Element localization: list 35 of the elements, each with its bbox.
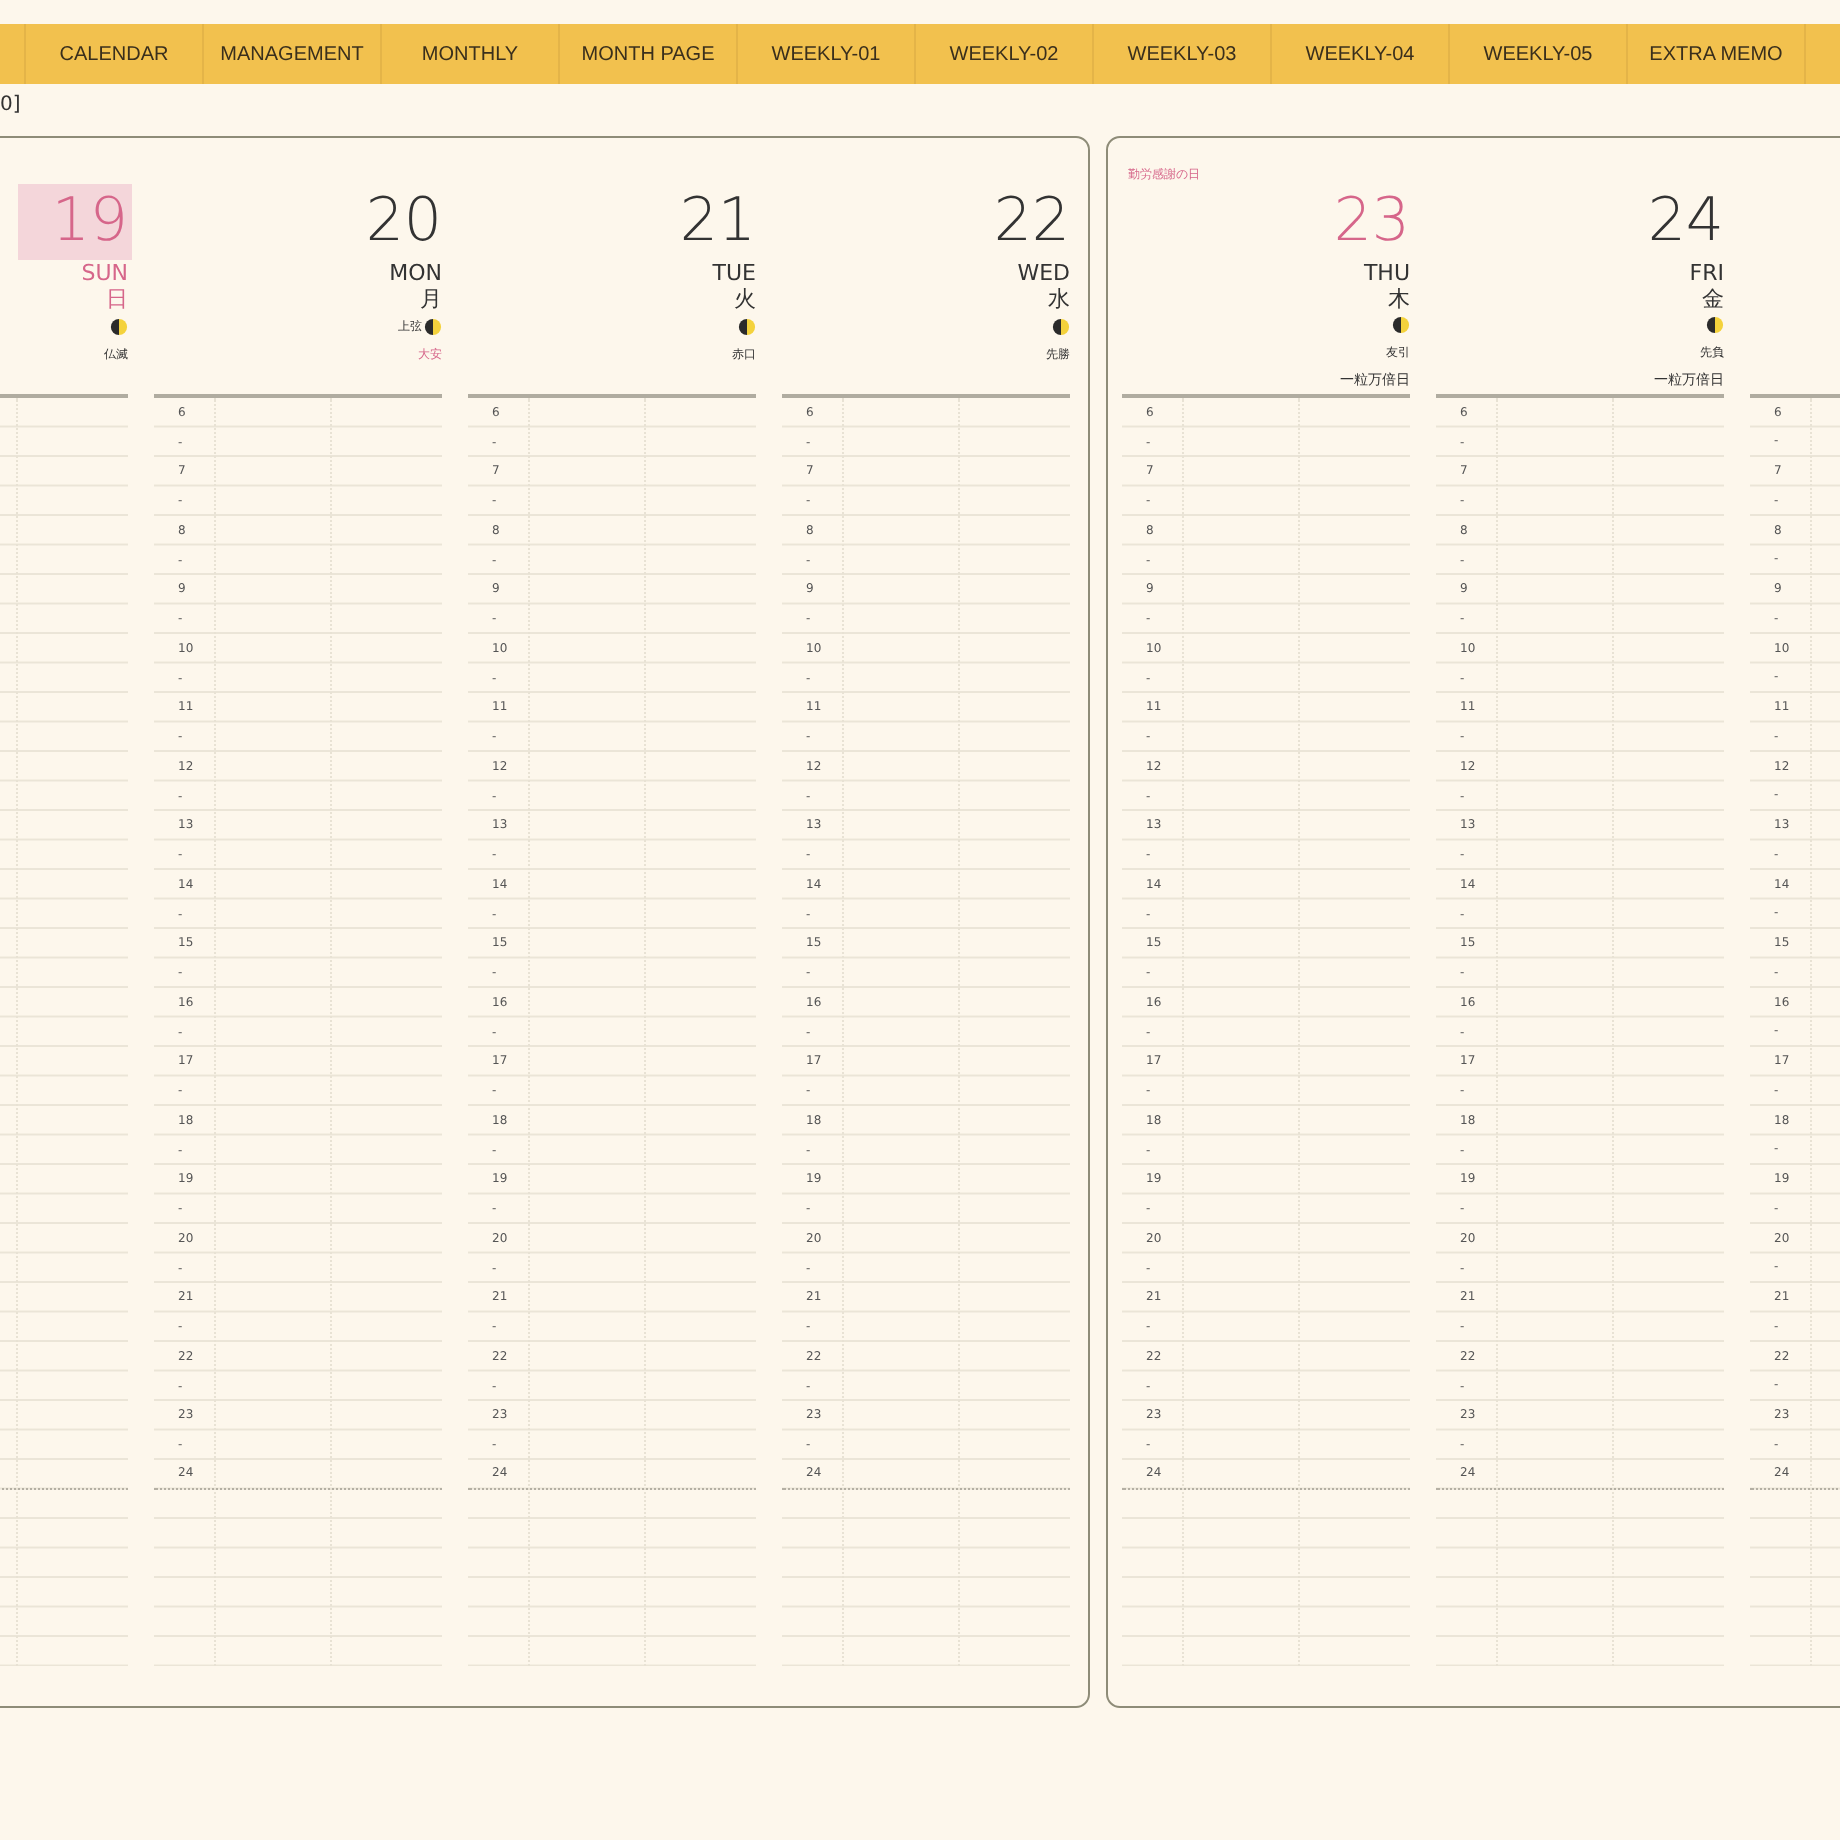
tab[interactable]: WEEKLY-05 (1450, 24, 1628, 84)
weekday-name: TUE (712, 260, 756, 287)
half-moon-icon (1392, 316, 1410, 334)
tab[interactable]: WEEKLY-02 (916, 24, 1094, 84)
tab[interactable]: EXTRA MEMO (1628, 24, 1806, 84)
date-number: 21 (679, 184, 756, 261)
tab[interactable]: MONTHLY (382, 24, 560, 84)
tab[interactable]: WEEKLY-03 (1094, 24, 1272, 84)
date-number: 22 (993, 184, 1070, 261)
weekday-name: MON (389, 260, 442, 287)
half-moon-icon (1052, 317, 1070, 336)
tab[interactable]: MONTH PAGE (560, 24, 738, 84)
weekday-kanji: 木 (1388, 286, 1410, 312)
page-note: 0] (0, 92, 23, 116)
tab[interactable]: WEEKLY-04 (1272, 24, 1450, 84)
half-moon-icon (738, 317, 756, 336)
tab[interactable]: MANAGEMENT (204, 24, 382, 84)
date-number: 19 (18, 184, 132, 261)
tab[interactable]: CALENDAR (26, 24, 204, 84)
weekday-name: WED (1017, 260, 1070, 287)
date-number: 20 (365, 184, 442, 261)
date-number: 24 (1647, 183, 1724, 260)
tab[interactable]: WEEKLY-01 (738, 24, 916, 84)
weekday-name: THU (1363, 260, 1410, 286)
weekday-kanji: 日 (106, 286, 128, 313)
weekday-name: FRI (1689, 259, 1724, 286)
weekday-kanji: 水 (1048, 286, 1070, 313)
weekday-kanji: 火 (734, 286, 756, 313)
half-moon-icon (1706, 315, 1724, 334)
weekday-kanji: 月 (420, 286, 442, 313)
half-moon-icon (424, 317, 442, 336)
date-number: 23 (1333, 184, 1410, 260)
weekday-kanji: 金 (1702, 285, 1724, 312)
half-moon-icon (110, 317, 128, 336)
weekday-name: SUN (81, 260, 128, 287)
